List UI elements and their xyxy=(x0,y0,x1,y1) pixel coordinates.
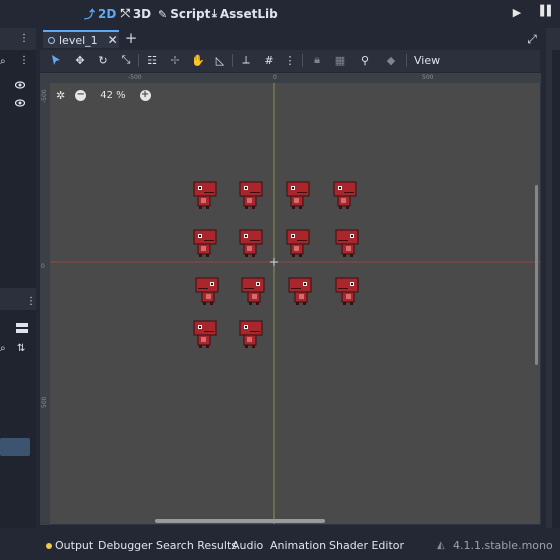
workspace-tab-2d[interactable]: ⤴ 2D xyxy=(84,5,116,23)
pan-mode-icon[interactable]: ✋ xyxy=(190,52,206,68)
canvas-drawing xyxy=(41,74,540,524)
enemy-sprite[interactable] xyxy=(193,229,217,257)
ruler-label: 0 xyxy=(273,74,277,81)
move-mode-icon[interactable]: ✥ xyxy=(72,52,88,68)
enemy-sprite[interactable] xyxy=(335,229,359,257)
select-mode-icon[interactable] xyxy=(48,52,64,68)
ruler-label: 500 xyxy=(41,396,48,408)
debugger-tab[interactable]: Debugger xyxy=(98,539,152,552)
workspace-tab-script[interactable]: ✎ Script xyxy=(158,5,210,23)
version-label: 4.1.1.stable.mono xyxy=(453,539,553,552)
zoom-in-button[interactable]: + xyxy=(139,89,151,101)
enemy-sprite[interactable] xyxy=(335,277,359,305)
node2d-icon xyxy=(48,36,55,44)
update-spinner-icon: ◭ xyxy=(437,540,445,551)
scene-tab-level-1[interactable]: level_1 ✕ xyxy=(43,30,119,48)
play-icon[interactable]: ▶ xyxy=(510,6,524,20)
enemy-sprite[interactable] xyxy=(193,181,217,209)
list-select-icon[interactable]: ☷ xyxy=(144,52,160,68)
menu-dots-icon[interactable]: ⋮ xyxy=(19,55,29,66)
zoom-reset-icon[interactable]: ✲ xyxy=(56,89,65,102)
zoom-controls: ✲ − 42 % + xyxy=(56,88,151,102)
rotate-mode-icon[interactable]: ↻ xyxy=(95,52,111,68)
vertical-scrollbar[interactable] xyxy=(535,185,538,365)
enemy-sprite[interactable] xyxy=(241,277,265,305)
shader-editor-tab[interactable]: Shader Editor xyxy=(329,539,404,552)
list-view-icon[interactable] xyxy=(16,322,28,334)
enemy-sprite[interactable] xyxy=(333,181,357,209)
horizontal-ruler: -500 0 500 xyxy=(40,73,541,83)
3d-icon: ⤲ xyxy=(121,7,130,20)
skeleton-bone-icon[interactable]: ⚲ xyxy=(357,52,373,68)
canvas-viewport[interactable] xyxy=(40,73,541,525)
menu-dots-icon[interactable]: ⋮ xyxy=(19,33,29,44)
audio-tab[interactable]: Audio xyxy=(232,539,263,552)
grid-snap-icon[interactable]: # xyxy=(261,52,277,68)
zoom-out-button[interactable]: − xyxy=(75,89,87,101)
sort-icon[interactable]: ⇅ xyxy=(17,343,25,354)
more-options-icon[interactable]: ⋮ xyxy=(282,52,298,68)
toolbar-separator xyxy=(406,54,407,67)
distraction-free-icon[interactable]: ⤢ xyxy=(525,32,539,46)
close-icon[interactable]: ✕ xyxy=(108,33,118,47)
search-icon[interactable]: ⌕ xyxy=(0,56,6,67)
smart-snap-icon[interactable]: ⟂ xyxy=(238,52,254,68)
lock-icon[interactable]: 🔒︎ xyxy=(309,52,325,68)
assetlib-icon: ⤓ xyxy=(212,7,217,20)
scale-mode-icon[interactable]: ⤡ xyxy=(118,52,134,68)
enemy-sprite[interactable] xyxy=(193,320,217,348)
ruler-label: 500 xyxy=(422,74,434,81)
inspector-panel xyxy=(552,50,560,528)
toolbar-separator xyxy=(138,54,139,67)
zoom-level[interactable]: 42 % xyxy=(100,90,125,101)
visibility-eye-icon[interactable] xyxy=(14,80,26,90)
search-icon[interactable]: ⌕ xyxy=(0,343,6,354)
vertical-ruler: -500 0 500 xyxy=(40,73,50,525)
add-scene-tab-button[interactable]: + xyxy=(124,30,138,48)
enemy-sprite[interactable] xyxy=(239,181,263,209)
enemy-sprite[interactable] xyxy=(195,277,219,305)
2d-icon: ⤴ xyxy=(84,8,95,21)
script-icon: ✎ xyxy=(158,7,168,21)
enemy-sprite[interactable] xyxy=(286,181,310,209)
pause-icon[interactable]: ▌▌ xyxy=(540,6,554,20)
output-tab[interactable]: Output xyxy=(46,539,93,552)
workspace-tab-assetlib[interactable]: ⤓ AssetLib xyxy=(212,5,278,23)
visibility-eye-icon[interactable] xyxy=(14,98,26,108)
enemy-sprite[interactable] xyxy=(239,229,263,257)
ruler-label: 0 xyxy=(41,263,45,270)
selected-file-row[interactable] xyxy=(0,438,30,456)
enemy-sprite[interactable] xyxy=(286,229,310,257)
ruler-mode-icon[interactable]: ◺ xyxy=(212,52,228,68)
enemy-sprite[interactable] xyxy=(239,320,263,348)
menu-dots-icon[interactable]: ⋮ xyxy=(26,296,36,307)
ruler-label: -500 xyxy=(128,74,142,81)
toolbar-separator xyxy=(302,54,303,67)
toolbar-separator xyxy=(232,54,233,67)
group-icon[interactable]: ▦ xyxy=(332,52,348,68)
workspace-tab-3d[interactable]: ⤲ 3D xyxy=(121,5,151,23)
enemy-sprite[interactable] xyxy=(288,277,312,305)
pivot-icon[interactable]: ✢ xyxy=(167,52,183,68)
view-menu-button[interactable]: View xyxy=(414,54,440,67)
horizontal-scrollbar[interactable] xyxy=(155,519,325,523)
ruler-label: -500 xyxy=(41,89,48,103)
animation-tab[interactable]: Animation xyxy=(270,539,326,552)
search-results-tab[interactable]: Search Results xyxy=(156,539,237,552)
camera-icon[interactable]: ◆ xyxy=(383,52,399,68)
